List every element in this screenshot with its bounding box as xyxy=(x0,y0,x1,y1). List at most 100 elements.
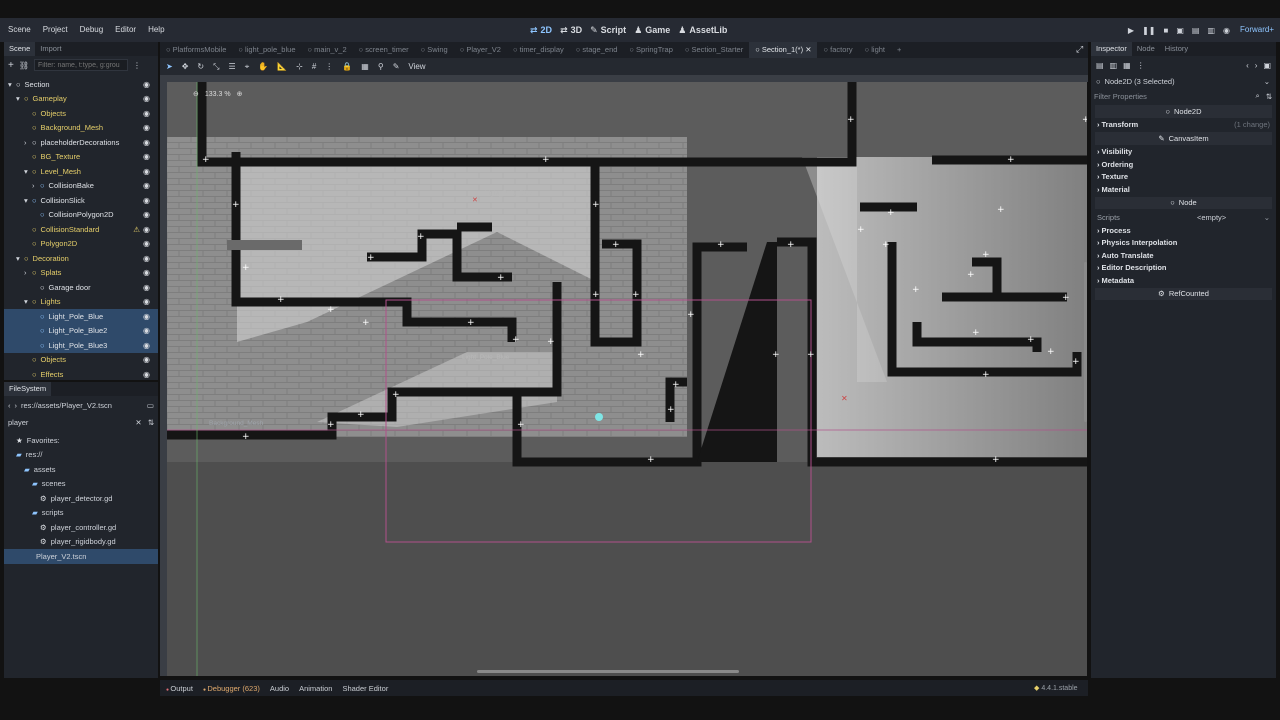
tree-node-placeholderdecorations[interactable]: › ○ placeholderDecorations ◉ xyxy=(4,135,158,150)
section-ordering[interactable]: › Ordering xyxy=(1091,158,1276,171)
visibility-eye-icon[interactable]: ◉ xyxy=(143,152,150,161)
visibility-eye-icon[interactable]: ◉ xyxy=(143,138,150,147)
bottom-tab-shader-editor[interactable]: Shader Editor xyxy=(342,684,388,693)
workspace-tab-script[interactable]: ✎ Script xyxy=(590,25,626,36)
scene-tab-player-v2[interactable]: ○ Player_V2 xyxy=(454,42,507,58)
snap-options-icon[interactable]: ⋮ xyxy=(325,62,333,71)
rotate-tool-icon[interactable]: ↻ xyxy=(197,62,204,71)
path-field[interactable]: res://assets/Player_V2.tscn xyxy=(21,401,143,410)
tree-node-collisionslick[interactable]: ▾ ○ CollisionSlick ◉ xyxy=(4,193,158,208)
tree-node-objects[interactable]: ○ Objects ◉ xyxy=(4,106,158,121)
move-tool-icon[interactable]: ✥ xyxy=(182,62,189,71)
new-resource-icon[interactable]: ▤ xyxy=(1096,61,1104,70)
view-menu[interactable]: View xyxy=(408,62,425,71)
visibility-eye-icon[interactable]: ◉ xyxy=(143,254,150,263)
scene-tab-section-1-[interactable]: ○ Section_1(*) ✕ xyxy=(749,42,818,58)
tree-arrow-icon[interactable]: ▾ xyxy=(24,167,32,176)
visibility-eye-icon[interactable]: ◉ xyxy=(143,297,150,306)
tree-node-garage-door[interactable]: ○ Garage door ◉ xyxy=(4,280,158,295)
visibility-eye-icon[interactable]: ◉ xyxy=(143,225,150,234)
canvas-viewport[interactable]: + + + + + + + + + + + + + + + + + + + + + + + + + + + + + + … xyxy=(167,82,1087,676)
visibility-eye-icon[interactable]: ◉ xyxy=(143,268,150,277)
visibility-eye-icon[interactable]: ◉ xyxy=(143,210,150,219)
section-transform[interactable]: › Transform (1 change) xyxy=(1091,119,1276,132)
scene-tab-swing[interactable]: ○ Swing xyxy=(415,42,454,58)
warning-icon[interactable]: ⚠ xyxy=(133,225,140,234)
tree-node-lights[interactable]: ▾ ○ Lights ◉ xyxy=(4,295,158,310)
pin-icon[interactable]: ◆ xyxy=(1034,685,1039,692)
tree-node-collisionpolygon2d[interactable]: ○ CollisionPolygon2D ◉ xyxy=(4,208,158,223)
tree-node-splats[interactable]: › ○ Splats ◉ xyxy=(4,266,158,281)
stop-icon[interactable]: ■ xyxy=(1163,26,1168,35)
lock-icon[interactable]: 🔒 xyxy=(342,62,352,71)
inspector-tab-node[interactable]: Node xyxy=(1132,42,1160,56)
scene-tab-screen-timer[interactable]: ○ screen_timer xyxy=(353,42,415,58)
horizontal-scrollbar[interactable] xyxy=(477,670,739,673)
file-item-player-detector-gd[interactable]: ⚙ player_detector.gd xyxy=(4,491,158,506)
filesystem-tab[interactable]: FileSystem xyxy=(4,382,52,396)
scene-tab-timer-display[interactable]: ○ timer_display xyxy=(507,42,570,58)
menu-project[interactable]: Project xyxy=(37,18,74,42)
vertical-scrollbar[interactable] xyxy=(1084,262,1087,422)
workspace-tab-assetlib[interactable]: ♟ AssetLib xyxy=(678,25,727,36)
bottom-tab-audio[interactable]: Audio xyxy=(270,684,289,693)
section-auto-translate[interactable]: › Auto Translate xyxy=(1091,249,1276,262)
workspace-tab-game[interactable]: ♟ Game xyxy=(634,25,670,36)
scene-tab-main-v-2[interactable]: ○ main_v_2 xyxy=(302,42,353,58)
file-item-player-controller-gd[interactable]: ⚙ player_controller.gd xyxy=(4,520,158,535)
visibility-eye-icon[interactable]: ◉ xyxy=(143,341,150,350)
visibility-eye-icon[interactable]: ◉ xyxy=(143,370,150,379)
scene-tab-stage-end[interactable]: ○ stage_end xyxy=(570,42,624,58)
scripts-dropdown-icon[interactable]: ⌄ xyxy=(1264,213,1270,222)
section-metadata[interactable]: › Metadata xyxy=(1091,274,1276,287)
visibility-eye-icon[interactable]: ◉ xyxy=(143,80,150,89)
visibility-eye-icon[interactable]: ◉ xyxy=(143,123,150,132)
play-icon[interactable]: ▶ xyxy=(1128,26,1134,35)
visibility-eye-icon[interactable]: ◉ xyxy=(143,167,150,176)
tree-arrow-icon[interactable]: ▾ xyxy=(16,254,24,263)
visibility-eye-icon[interactable]: ◉ xyxy=(143,283,150,292)
selected-object-bar[interactable]: ○ Node2D (3 Selected) ⌄ xyxy=(1091,74,1276,88)
skeleton-icon[interactable]: ✎ xyxy=(393,62,400,71)
menu-debug[interactable]: Debug xyxy=(74,18,110,42)
filter-settings-icon[interactable]: ⇅ xyxy=(1266,92,1272,101)
tree-arrow-icon[interactable]: ▾ xyxy=(24,297,32,306)
back-icon[interactable]: ‹ xyxy=(8,401,11,410)
file-search-input[interactable]: player xyxy=(8,418,135,427)
file-item-player-v2-tscn[interactable]: Player_V2.tscn xyxy=(4,549,158,564)
renderer-select[interactable]: Forward+ xyxy=(1240,18,1274,42)
tree-node-bg-texture[interactable]: ○ BG_Texture ◉ xyxy=(4,150,158,165)
distraction-free-icon[interactable]: ⤢ xyxy=(1076,44,1083,55)
dock-tab-import[interactable]: Import xyxy=(35,42,66,56)
forward-icon[interactable]: › xyxy=(15,401,18,410)
ruler-icon[interactable]: 📐 xyxy=(277,62,287,71)
tree-node-section[interactable]: ▾ ○ Section ◉ xyxy=(4,77,158,92)
pause-icon[interactable]: ❚❚ xyxy=(1142,26,1155,35)
scale-tool-icon[interactable]: ⤡ xyxy=(213,62,219,72)
link-icon[interactable]: ⛓ xyxy=(19,61,29,70)
visibility-eye-icon[interactable]: ◉ xyxy=(143,326,150,335)
tree-node-polygon2d[interactable]: ○ Polygon2D ◉ xyxy=(4,237,158,252)
file-item-assets[interactable]: ▰ assets xyxy=(4,462,158,477)
visibility-eye-icon[interactable]: ◉ xyxy=(143,196,150,205)
inspector-tab-history[interactable]: History xyxy=(1160,42,1193,56)
bottom-tab-animation[interactable]: Animation xyxy=(299,684,332,693)
tree-node-collisionbake[interactable]: › ○ CollisionBake ◉ xyxy=(4,179,158,194)
tree-node-collisionstandard[interactable]: ○ CollisionStandard ⚠ ◉ xyxy=(4,222,158,237)
bottom-tab-debugger-623-[interactable]: ● Debugger (623) xyxy=(203,684,260,693)
workspace-tab-2d[interactable]: ⇄ 2D xyxy=(530,25,552,36)
tree-node-light-pole-blue3[interactable]: ○ Light_Pole_Blue3 ◉ xyxy=(4,338,158,353)
section-texture[interactable]: › Texture xyxy=(1091,171,1276,184)
visibility-eye-icon[interactable]: ◉ xyxy=(143,109,150,118)
visibility-eye-icon[interactable]: ◉ xyxy=(143,239,150,248)
select-tool-icon[interactable]: ➤ xyxy=(166,62,173,71)
play-scene-icon[interactable]: ▤ xyxy=(1192,26,1200,35)
section-editor-description[interactable]: › Editor Description xyxy=(1091,262,1276,275)
scene-tab-platformsmobile[interactable]: ○ PlatformsMobile xyxy=(160,42,232,58)
bottom-tab-output[interactable]: ● Output xyxy=(166,684,193,693)
file-item-player-rigidbody-gd[interactable]: ⚙ player_rigidbody.gd xyxy=(4,535,158,550)
zoom-in-icon[interactable]: ⊕ xyxy=(237,90,243,98)
tree-node-level-mesh[interactable]: ▾ ○ Level_Mesh ◉ xyxy=(4,164,158,179)
workspace-tab-3d[interactable]: ⇄ 3D xyxy=(560,25,582,36)
save-resource-icon[interactable]: ▦ xyxy=(1123,61,1131,70)
